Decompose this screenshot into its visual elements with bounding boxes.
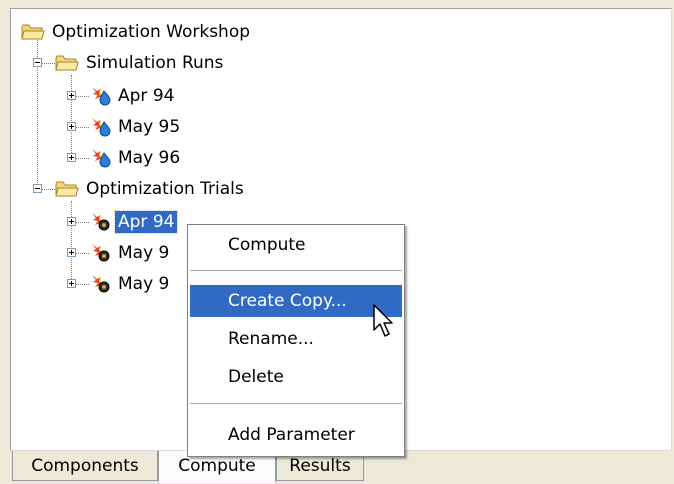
menu-separator <box>190 270 402 271</box>
menu-item-rename[interactable]: Rename... <box>190 323 402 355</box>
simulation-run-icon <box>92 118 111 137</box>
tab-label: Compute <box>178 456 256 476</box>
tree-node-simulation-runs[interactable]: Simulation Runs <box>55 50 226 76</box>
collapse-toggle[interactable] <box>33 58 42 67</box>
tree-node-optimization-trials[interactable]: Optimization Trials <box>55 176 247 202</box>
tree-node-label: May 96 <box>118 148 181 168</box>
optimization-trial-icon <box>92 275 110 293</box>
menu-separator <box>190 403 402 404</box>
tree-node-simulation-run[interactable]: May 96 <box>89 145 183 171</box>
mouse-pointer-icon <box>373 304 393 337</box>
simulation-run-icon <box>92 87 111 106</box>
expand-toggle[interactable] <box>67 153 76 162</box>
tree-node-label: May 9 <box>118 274 170 294</box>
expand-toggle[interactable] <box>67 91 76 100</box>
tree-node-simulation-run[interactable]: May 95 <box>89 114 183 140</box>
folder-icon <box>21 24 45 40</box>
expand-toggle[interactable] <box>67 248 76 257</box>
tree-node-label: Optimization Trials <box>86 179 244 199</box>
menu-item-compute[interactable]: Compute <box>190 229 402 261</box>
tab-components[interactable]: Components <box>12 451 158 481</box>
expand-toggle[interactable] <box>67 279 76 288</box>
menu-item-label: Compute <box>228 235 306 255</box>
tree-node-optimization-trial[interactable]: Apr 94 <box>89 209 179 235</box>
tree-line <box>71 75 72 159</box>
menu-item-label: Add Parameter <box>228 425 355 445</box>
tab-label: Results <box>289 455 351 476</box>
context-menu: Compute Create Copy... Rename... Delete … <box>187 224 405 457</box>
tree-node-label: May 9 <box>118 243 170 263</box>
menu-item-label: Rename... <box>228 329 314 349</box>
folder-icon <box>55 55 79 71</box>
tree-node-label: Apr 94 <box>113 210 179 234</box>
folder-icon <box>55 181 79 197</box>
menu-item-create-copy[interactable]: Create Copy... <box>190 285 402 317</box>
menu-item-label: Delete <box>228 367 284 387</box>
tab-label: Components <box>31 455 139 476</box>
expand-toggle[interactable] <box>67 122 76 131</box>
simulation-run-icon <box>92 149 111 168</box>
tree-node-label: May 95 <box>118 117 181 137</box>
tree-node-optimization-trial[interactable]: May 9 <box>89 240 172 266</box>
tree-node-optimization-trial[interactable]: May 9 <box>89 271 172 297</box>
optimization-trial-icon <box>92 213 110 231</box>
tree-node-root[interactable]: Optimization Workshop <box>21 19 253 45</box>
collapse-toggle[interactable] <box>33 184 42 193</box>
tree-line <box>71 201 72 285</box>
menu-item-add-parameter[interactable]: Add Parameter <box>190 419 402 451</box>
menu-item-label: Create Copy... <box>228 291 347 311</box>
tree-node-label: Apr 94 <box>118 86 175 106</box>
optimization-trial-icon <box>92 244 110 262</box>
expand-toggle[interactable] <box>67 217 76 226</box>
tree-node-label: Optimization Workshop <box>52 22 251 42</box>
tree-node-label: Simulation Runs <box>86 53 224 73</box>
menu-item-delete[interactable]: Delete <box>190 361 402 393</box>
tree-node-simulation-run[interactable]: Apr 94 <box>89 83 177 109</box>
